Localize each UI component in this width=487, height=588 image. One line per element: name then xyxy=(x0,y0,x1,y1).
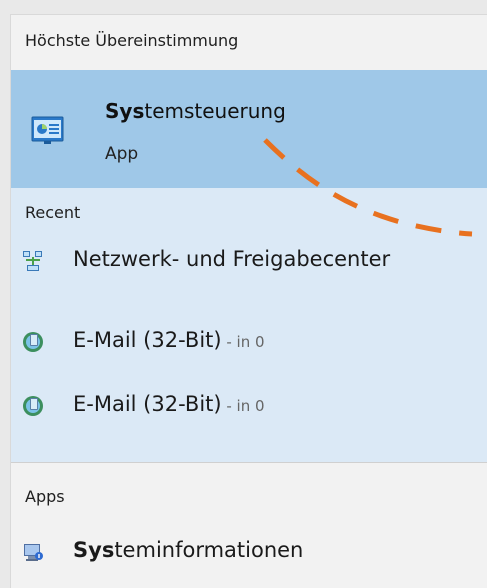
app-item-system-information[interactable]: Systeminformationen xyxy=(11,525,487,579)
best-match-result[interactable]: Systemsteuerung App xyxy=(11,70,487,188)
section-divider xyxy=(11,462,487,463)
recent-section: Recent Netzwerk- und Freigabecenter E-Ma… xyxy=(11,188,487,462)
system-information-icon xyxy=(24,544,43,561)
recent-item-mail[interactable]: E-Mail (32-Bit) - in 0 xyxy=(11,379,487,433)
mail-icon xyxy=(23,332,43,352)
best-match-subtitle: App xyxy=(105,144,139,164)
recent-item-label: E-Mail (32-Bit) - in 0 xyxy=(73,392,265,416)
apps-header: Apps xyxy=(25,487,65,506)
network-sharing-icon xyxy=(23,251,42,271)
app-item-label: Systeminformationen xyxy=(73,538,304,562)
control-panel-icon xyxy=(31,116,64,144)
recent-item-network-sharing[interactable]: Netzwerk- und Freigabecenter xyxy=(11,234,487,288)
best-match-title: Systemsteuerung xyxy=(105,99,286,123)
recent-header: Recent xyxy=(25,203,81,222)
search-results-panel: Höchste Übereinstimmung Systemsteuerung … xyxy=(10,14,487,588)
recent-item-label: Netzwerk- und Freigabecenter xyxy=(73,247,391,271)
recent-item-label: E-Mail (32-Bit) - in 0 xyxy=(73,328,265,352)
best-match-header: Höchste Übereinstimmung xyxy=(25,31,239,50)
mail-icon xyxy=(23,396,43,416)
recent-item-mail[interactable]: E-Mail (32-Bit) - in 0 xyxy=(11,315,487,369)
